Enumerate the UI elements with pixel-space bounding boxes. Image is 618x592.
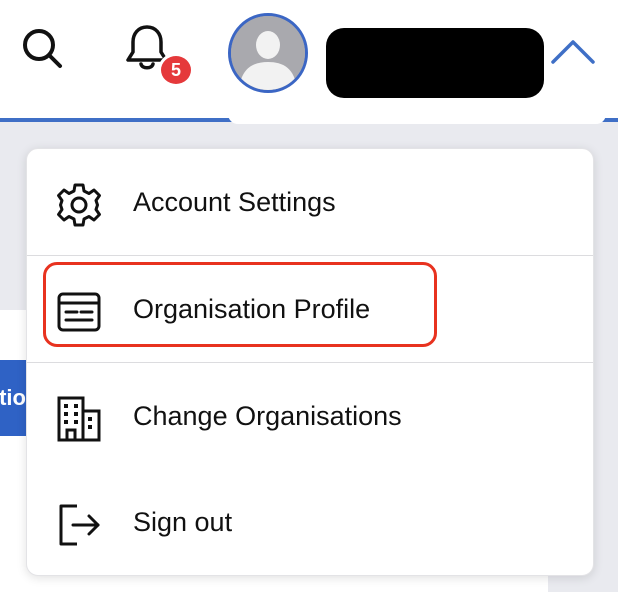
menu-item-account-settings[interactable]: Account Settings bbox=[27, 149, 593, 255]
gear-icon bbox=[57, 183, 101, 227]
user-avatar-icon bbox=[231, 16, 305, 90]
username-redacted bbox=[326, 28, 544, 98]
user-dropdown-menu: Account Settings Organisation Profile Ch… bbox=[26, 148, 594, 576]
search-icon bbox=[23, 29, 62, 68]
building-icon bbox=[57, 396, 101, 442]
search-button[interactable] bbox=[18, 24, 66, 72]
menu-item-change-organisations[interactable]: Change Organisations bbox=[27, 363, 593, 469]
menu-item-label: Change Organisations bbox=[133, 401, 402, 431]
avatar[interactable] bbox=[228, 13, 308, 93]
menu-item-label: Sign out bbox=[133, 507, 233, 537]
highlight-outline bbox=[43, 262, 437, 347]
background-tab-label: tio bbox=[0, 385, 26, 410]
notification-count-badge: 5 bbox=[158, 53, 194, 87]
user-menu-toggle[interactable] bbox=[548, 32, 598, 72]
menu-item-sign-out[interactable]: Sign out bbox=[27, 469, 593, 575]
background-tab[interactable]: tio bbox=[0, 360, 26, 436]
user-menu-tab bbox=[228, 110, 606, 124]
menu-item-label: Account Settings bbox=[133, 187, 336, 217]
chevron-up-icon bbox=[551, 40, 595, 64]
sign-out-icon bbox=[59, 504, 100, 546]
